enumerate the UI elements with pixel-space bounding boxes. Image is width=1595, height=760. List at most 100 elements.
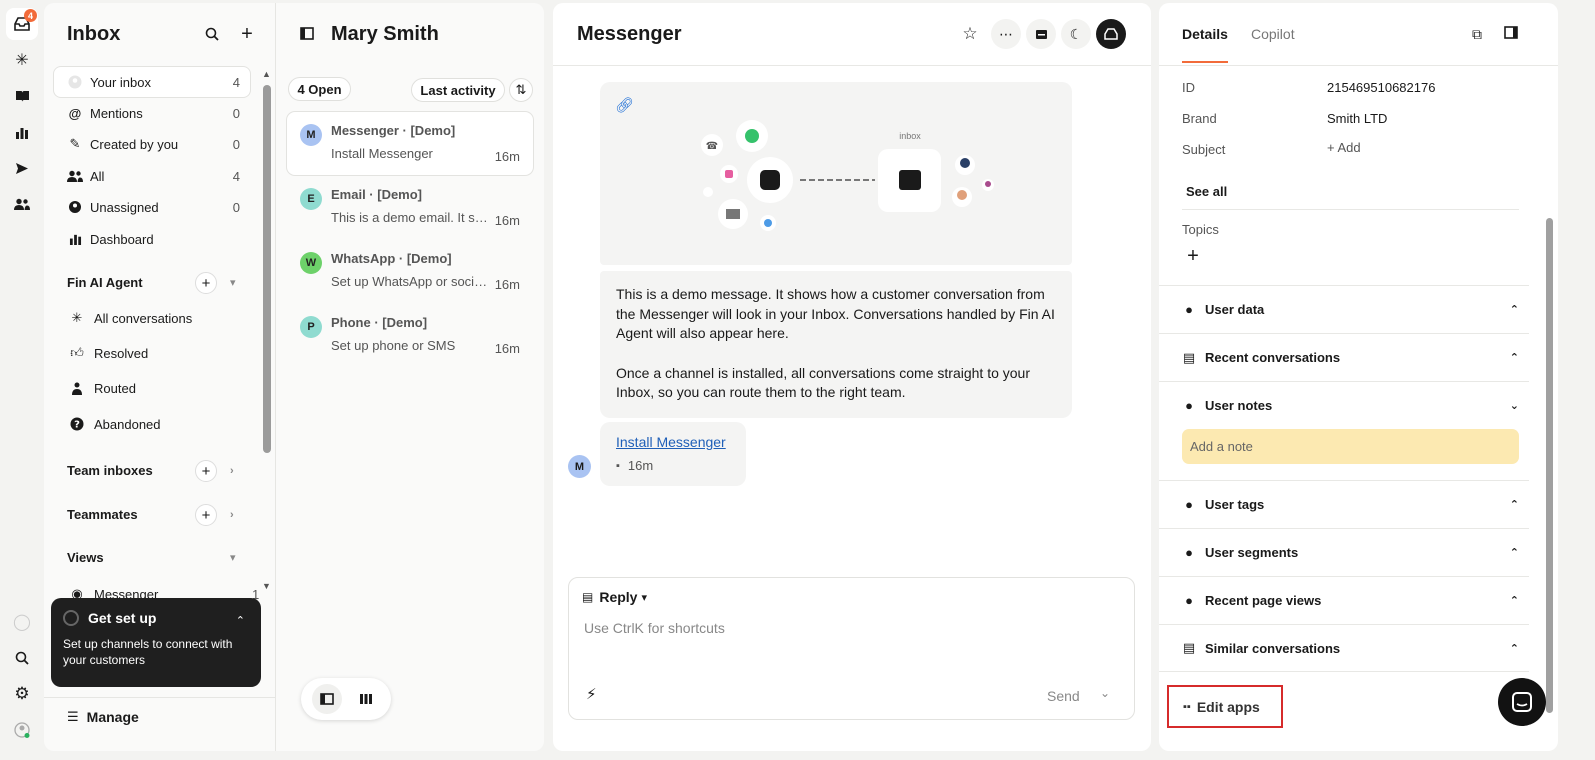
sidebar-toggle-icon[interactable] xyxy=(300,27,314,45)
detail-label: Brand xyxy=(1182,111,1217,126)
add-plus-icon[interactable]: + xyxy=(195,460,217,482)
lightning-icon[interactable]: ⚡︎ xyxy=(586,685,597,703)
nav-mentions[interactable]: @ Mentions 0 xyxy=(54,98,250,128)
section-recent-page-views[interactable]: ● Recent page views ⌃ xyxy=(1159,576,1529,624)
new-conversation-plus-icon[interactable]: + xyxy=(232,19,262,49)
nav-your-inbox[interactable]: Your inbox 4 xyxy=(54,67,250,97)
nav-count: 4 xyxy=(232,74,240,90)
fin-resolved[interactable]: 👍︎ Resolved xyxy=(68,343,148,363)
conversation-item[interactable]: W WhatsApp · [Demo] Set up WhatsApp or s… xyxy=(287,240,533,303)
chevron-right-icon[interactable]: › xyxy=(230,465,234,477)
open-external-icon[interactable]: ⧉ xyxy=(1472,26,1482,43)
search-icon[interactable] xyxy=(6,642,38,674)
conversation-item[interactable]: P Phone · [Demo] Set up phone or SMS 16m xyxy=(287,304,533,367)
sidebar-scrollbar[interactable] xyxy=(263,85,271,453)
section-recent-conversations[interactable]: ▤ Recent conversations ⌃ xyxy=(1159,333,1529,381)
reports-chart-icon[interactable] xyxy=(6,116,38,148)
section-title: User segments xyxy=(1205,545,1299,560)
fin-all-conversations[interactable]: ✳ All conversations xyxy=(68,308,193,328)
setup-description: Set up channels to connect with your cus… xyxy=(63,637,233,667)
see-all-button[interactable]: See all xyxy=(1186,184,1227,199)
nav-unassigned[interactable]: Unassigned 0 xyxy=(54,192,250,222)
avatar: P xyxy=(300,316,322,338)
knowledge-book-icon[interactable] xyxy=(6,80,38,112)
nav-dashboard[interactable]: Dashboard xyxy=(54,224,250,254)
scroll-up-arrow-icon[interactable]: ▲ xyxy=(262,69,271,79)
nav-all[interactable]: All 4 xyxy=(54,161,250,191)
messenger-launcher-icon[interactable] xyxy=(1498,678,1546,726)
add-plus-icon[interactable]: + xyxy=(195,272,217,294)
chevron-down-icon[interactable]: ⌄ xyxy=(1100,686,1110,700)
snooze-icon[interactable] xyxy=(1026,19,1056,49)
chevron-down-icon[interactable]: ▾ xyxy=(230,551,236,564)
section-user-tags[interactable]: ● User tags ⌃ xyxy=(1159,480,1529,528)
more-options-icon[interactable]: ⋯ xyxy=(991,19,1021,49)
inbox-nav-icon[interactable]: 4 xyxy=(6,8,38,40)
section-title: Recent page views xyxy=(1205,593,1322,608)
add-topic-plus-icon[interactable]: + xyxy=(1181,244,1205,268)
section-user-data[interactable]: ● User data ⌃ xyxy=(1159,285,1529,333)
close-conversation-icon[interactable] xyxy=(1096,19,1126,49)
fin-ai-icon[interactable]: ✳ xyxy=(6,44,38,76)
section-user-segments[interactable]: ● User segments ⌃ xyxy=(1159,528,1529,576)
outbound-send-icon[interactable] xyxy=(6,152,38,184)
user-avatar-icon[interactable] xyxy=(6,714,38,746)
conversation-name: Email · [Demo] xyxy=(331,187,423,202)
section-title: Team inboxes xyxy=(67,463,153,478)
multi-column-layout-icon[interactable] xyxy=(351,684,381,714)
conversation-preview: Set up WhatsApp or social channels xyxy=(331,274,491,289)
nav-label: Unassigned xyxy=(90,199,159,215)
conversation-preview: Install Messenger xyxy=(331,146,433,161)
edit-apps-button[interactable]: ▪▪ Edit apps xyxy=(1167,685,1283,728)
detail-row-brand: Brand Smith LTD xyxy=(1182,111,1532,126)
fin-routed[interactable]: Routed xyxy=(68,378,136,398)
sort-dropdown[interactable]: Last activity xyxy=(411,78,505,102)
chevron-down-icon[interactable]: ▾ xyxy=(230,276,236,289)
progress-circle-icon xyxy=(63,610,79,626)
section-fin-ai-agent[interactable]: Fin AI Agent + ▾ xyxy=(67,272,242,294)
add-subject-button[interactable]: + Add xyxy=(1327,140,1361,155)
conversation-title: Messenger xyxy=(577,23,682,45)
nav-count: 0 xyxy=(232,199,240,215)
section-user-notes[interactable]: ● User notes ⌄ xyxy=(1159,381,1529,429)
section-similar-conversations[interactable]: ▤ Similar conversations ⌃ xyxy=(1159,624,1529,672)
search-icon[interactable] xyxy=(197,19,227,49)
tab-details[interactable]: Details xyxy=(1182,26,1228,42)
reply-input[interactable]: Use CtrlK for shortcuts xyxy=(584,620,1114,636)
conversation-item[interactable]: E Email · [Demo] This is a demo email. I… xyxy=(287,176,533,239)
contacts-people-icon[interactable] xyxy=(6,188,38,220)
nav-label: Mentions xyxy=(90,105,143,121)
install-messenger-link[interactable]: Install Messenger xyxy=(616,434,726,450)
manage-label: Manage xyxy=(86,709,139,725)
add-plus-icon[interactable]: + xyxy=(195,504,217,526)
detail-value[interactable]: Smith LTD xyxy=(1327,111,1387,126)
chevron-up-icon[interactable]: ⌃ xyxy=(236,614,245,627)
open-count-filter[interactable]: 4 Open xyxy=(288,77,351,101)
star-icon[interactable]: ☆ xyxy=(955,19,985,49)
avatar: E xyxy=(300,188,322,210)
chevron-right-icon[interactable]: › xyxy=(230,509,234,521)
edit-apps-label: Edit apps xyxy=(1196,698,1260,715)
add-note-input[interactable]: Add a note xyxy=(1182,429,1519,464)
section-teammates[interactable]: Teammates + › xyxy=(67,504,242,526)
single-column-layout-icon[interactable] xyxy=(311,684,342,714)
get-set-up-card[interactable]: Get set up Set up channels to connect wi… xyxy=(51,598,261,687)
fin-abandoned[interactable]: ? Abandoned xyxy=(68,414,161,434)
sidebar-toggle-icon[interactable] xyxy=(1504,26,1518,44)
settings-gear-icon[interactable]: ⚙ xyxy=(6,678,38,710)
send-button[interactable]: Send xyxy=(1047,688,1080,704)
nav-created-by-you[interactable]: ✎ Created by you 0 xyxy=(54,129,250,159)
snooze-moon-icon[interactable]: ☾ xyxy=(1061,19,1091,49)
details-scrollbar[interactable] xyxy=(1546,218,1553,713)
tab-copilot[interactable]: Copilot xyxy=(1251,26,1295,42)
scroll-down-arrow-icon[interactable]: ▼ xyxy=(262,581,271,591)
section-views[interactable]: Views ▾ xyxy=(67,550,242,565)
sort-order-icon[interactable]: ⇅ xyxy=(509,78,533,102)
person-icon: ● xyxy=(1185,497,1193,512)
conversation-preview: This is a demo email. It shows how a cus… xyxy=(331,210,491,225)
section-team-inboxes[interactable]: Team inboxes + › xyxy=(67,460,242,482)
detail-label: ID xyxy=(1182,80,1195,95)
conversation-item[interactable]: M Messenger · [Demo] Install Messenger 1… xyxy=(287,112,533,175)
manage-button[interactable]: ☰ Manage xyxy=(67,709,139,725)
reply-mode-dropdown[interactable]: ▤ Reply ▾ xyxy=(582,589,647,605)
